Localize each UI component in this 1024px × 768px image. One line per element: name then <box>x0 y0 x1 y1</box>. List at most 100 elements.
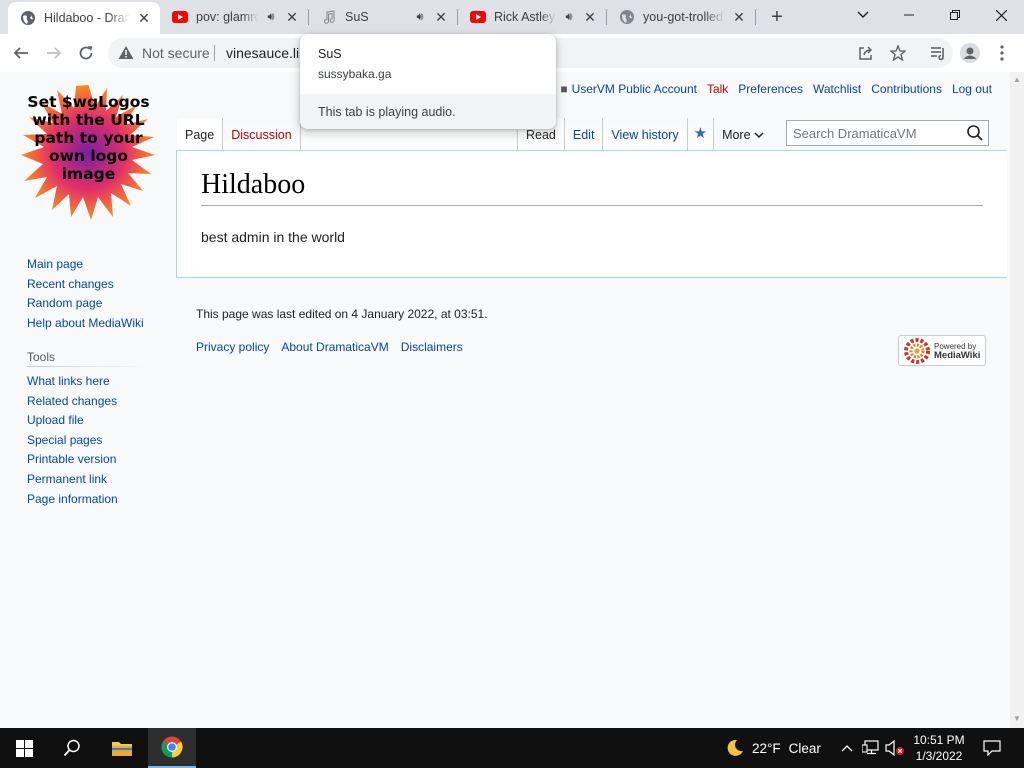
browser-menu-button[interactable] <box>988 39 1016 67</box>
tab-rick-astley[interactable]: Rick Astley 🔊︎ ✕ <box>458 0 606 34</box>
tab-edit[interactable]: Edit <box>564 118 604 151</box>
scroll-up-icon[interactable]: ▲ <box>1013 75 1021 84</box>
watchlist-link[interactable]: Watchlist <box>813 82 861 96</box>
chevron-up-icon <box>841 745 853 752</box>
weather-widget[interactable]: 22°F Clear <box>726 728 821 768</box>
mediawiki-flower-icon <box>904 337 930 364</box>
close-tab-icon[interactable]: ✕ <box>582 9 598 25</box>
about-link[interactable]: About DramaticaVM <box>281 340 388 354</box>
network-button[interactable] <box>860 728 882 768</box>
user-link-label: UserVM Public Account <box>571 82 697 96</box>
restore-button[interactable] <box>932 0 978 30</box>
navigation-portal: Main page Recent changes Random page Hel… <box>27 255 144 333</box>
tab-you-got-trolled[interactable]: you-got-trolled ✕ <box>607 0 755 34</box>
tab-search-button[interactable] <box>840 0 886 30</box>
show-hidden-icons-button[interactable] <box>837 728 857 768</box>
wiki-logo[interactable]: Set $wgLogos with the URL path to your o… <box>21 85 156 220</box>
search-input[interactable] <box>787 121 969 145</box>
speaker-icon[interactable]: 🔊︎ <box>562 11 576 24</box>
share-button[interactable] <box>852 39 880 67</box>
scroll-down-icon[interactable]: ▼ <box>1013 714 1021 723</box>
avatar-icon <box>960 43 980 63</box>
mediawiki-label: MediaWiki <box>934 349 981 361</box>
page-body-text: best admin in the world <box>201 229 345 245</box>
taskbar: 22°F Clear 10:51 PM 1/3/2022 <box>0 728 1024 768</box>
profile-button[interactable] <box>956 39 984 67</box>
moon-icon <box>727 739 743 756</box>
disclaimers-link[interactable]: Disclaimers <box>401 340 463 354</box>
chrome-taskbar-button[interactable] <box>148 728 196 768</box>
new-tab-button[interactable]: + <box>767 7 787 28</box>
tab-discussion[interactable]: Discussion <box>223 118 301 151</box>
tab-page[interactable]: Page <box>177 118 224 151</box>
arrow-left-icon <box>13 47 28 59</box>
tab-title: you-got-trolled <box>643 10 723 24</box>
sidebar-item-upload-file[interactable]: Upload file <box>27 411 118 431</box>
media-control-button[interactable] <box>924 39 952 67</box>
back-button[interactable] <box>7 39 35 67</box>
user-link[interactable]: ■ UserVM Public Account <box>560 82 697 96</box>
close-window-button[interactable] <box>978 0 1024 30</box>
close-tab-icon[interactable]: ✕ <box>433 9 449 25</box>
close-tab-icon[interactable]: ✕ <box>284 9 300 25</box>
contributions-link[interactable]: Contributions <box>871 82 942 96</box>
sidebar-item-permanent-link[interactable]: Permanent link <box>27 470 118 490</box>
more-menu[interactable]: More <box>714 118 772 151</box>
warning-icon[interactable] <box>118 45 134 63</box>
sidebar-item-random-page[interactable]: Random page <box>27 294 144 314</box>
privacy-policy-link[interactable]: Privacy policy <box>196 340 269 354</box>
arrow-right-icon <box>47 47 62 59</box>
media-queue-icon <box>931 47 944 61</box>
talk-link[interactable]: Talk <box>707 82 728 96</box>
tab-sus[interactable]: SuS 🔊︎ ✕ <box>309 0 457 34</box>
speaker-icon[interactable]: 🔊︎ <box>264 11 278 24</box>
share-icon <box>859 46 873 60</box>
personal-tools: ■ UserVM Public Account Talk Preferences … <box>560 82 992 96</box>
forward-button[interactable] <box>40 39 68 67</box>
page-scrollbar[interactable]: ▲ ▼ <box>1010 72 1024 728</box>
youtube-icon <box>172 9 188 25</box>
watch-star-icon[interactable]: ★ <box>687 118 715 151</box>
file-explorer-button[interactable] <box>98 728 146 768</box>
tab-separator <box>755 9 756 25</box>
speaker-muted-icon <box>885 740 904 756</box>
weather-condition: Clear <box>788 740 821 756</box>
notification-icon <box>983 740 1001 756</box>
close-tab-icon[interactable]: ✕ <box>136 10 152 26</box>
footer-links: Privacy policy About DramaticaVM Disclai… <box>196 340 463 354</box>
sidebar-item-recent-changes[interactable]: Recent changes <box>27 275 144 295</box>
tab-hildaboo[interactable]: Hildaboo - DramaticaVM ✕ <box>8 2 160 34</box>
clock[interactable]: 10:51 PM 1/3/2022 <box>906 732 972 764</box>
sidebar-item-printable-version[interactable]: Printable version <box>27 450 118 470</box>
clock-time: 10:51 PM <box>913 733 965 747</box>
sidebar-item-help[interactable]: Help about MediaWiki <box>27 314 144 334</box>
tab-pov-glamrock[interactable]: pov: glamrock 🔊︎ ✕ <box>160 0 308 34</box>
preferences-link[interactable]: Preferences <box>738 82 803 96</box>
youtube-icon <box>470 9 486 25</box>
start-button[interactable] <box>0 728 48 768</box>
tab-hover-card: SuS sussybaka.ga This tab is playing aud… <box>300 34 556 129</box>
notifications-button[interactable] <box>976 728 1008 768</box>
url-text[interactable]: vinesauce.li <box>226 45 299 61</box>
search-button[interactable] <box>48 728 96 768</box>
reload-button[interactable] <box>72 39 100 67</box>
logo-text: Set $wgLogos with the URL path to your o… <box>27 93 150 183</box>
minimize-button[interactable] <box>886 0 932 30</box>
tab-view-history[interactable]: View history <box>603 118 688 151</box>
close-tab-icon[interactable]: ✕ <box>731 9 747 25</box>
last-edited-info: This page was last edited on 4 January 2… <box>196 307 488 321</box>
tools-portal: What links here Related changes Upload f… <box>27 372 118 509</box>
powered-by-mediawiki-badge[interactable]: Powered by MediaWiki <box>898 335 986 366</box>
volume-button[interactable] <box>884 728 906 768</box>
security-label[interactable]: Not secure <box>142 45 210 61</box>
network-icon <box>862 740 879 755</box>
sidebar-item-special-pages[interactable]: Special pages <box>27 431 118 451</box>
search-icon[interactable] <box>966 124 984 145</box>
sidebar-item-related-changes[interactable]: Related changes <box>27 392 118 412</box>
bookmark-button[interactable] <box>884 39 912 67</box>
sidebar-item-main-page[interactable]: Main page <box>27 255 144 275</box>
logout-link[interactable]: Log out <box>952 82 992 96</box>
sidebar-item-page-information[interactable]: Page information <box>27 490 118 510</box>
speaker-icon[interactable]: 🔊︎ <box>413 11 427 24</box>
sidebar-item-what-links-here[interactable]: What links here <box>27 372 118 392</box>
